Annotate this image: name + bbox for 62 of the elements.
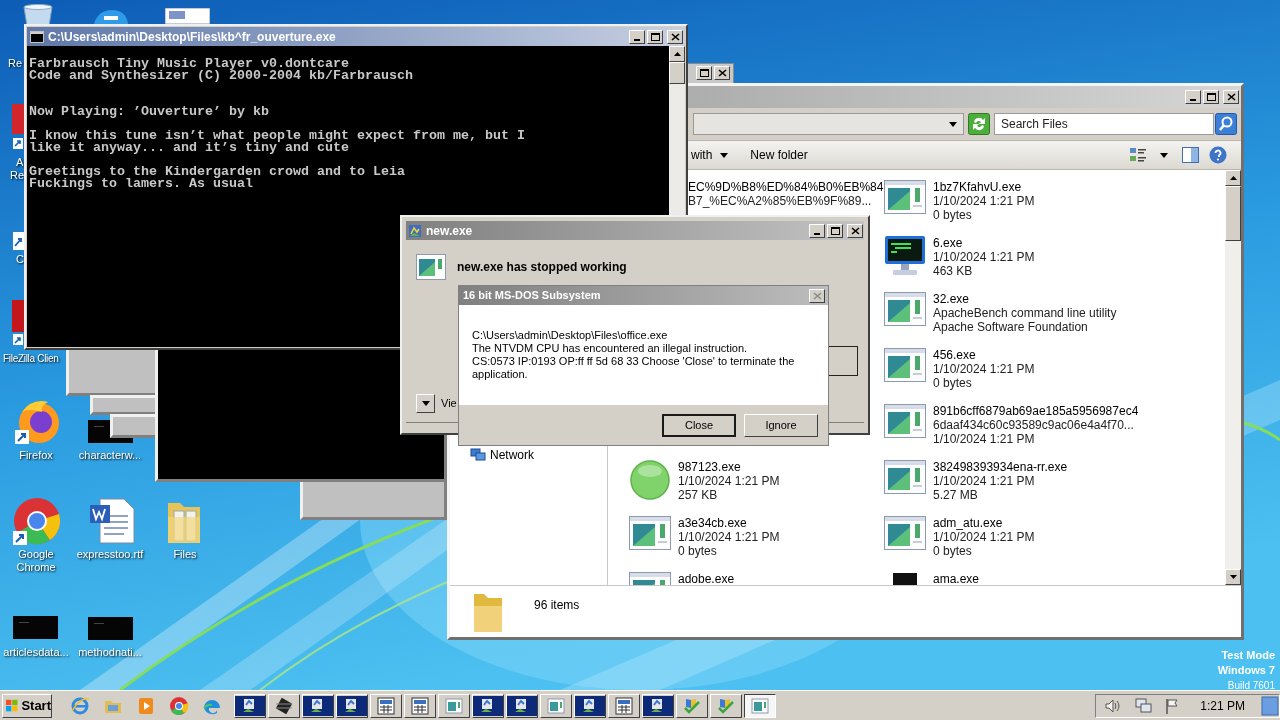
file-name[interactable]: 32.exe: [933, 292, 1117, 306]
icon-label[interactable]: A: [16, 156, 24, 169]
file-detail: 1/10/2024 1:21 PM: [678, 474, 780, 488]
search-field[interactable]: Search Files: [994, 113, 1214, 135]
console-line: Greetings to the Kindergarden crowd and to Leia: [29, 166, 405, 178]
notice-text: Build 7601: [1227, 679, 1275, 693]
file-name[interactable]: 6.exe: [933, 236, 1035, 250]
file-name[interactable]: 456.exe: [933, 348, 1035, 362]
notice-text: Test Mode: [1221, 648, 1275, 663]
file-detail: 5.27 MB: [933, 488, 979, 502]
file-detail: 257 KB: [678, 488, 719, 502]
nav-item[interactable]: Network: [470, 446, 536, 464]
file-name[interactable]: adobe.exe: [678, 572, 735, 585]
file-name[interactable]: a3e34cb.exe: [678, 516, 780, 530]
console-line: Fuckings to lamers. As usual: [29, 178, 253, 190]
file-detail: 1/10/2024 1:21 PM: [933, 474, 1036, 488]
file-name[interactable]: 987123.exe: [678, 460, 780, 474]
file-name[interactable]: ama.exe: [933, 572, 980, 585]
file-detail: B7_%EC%A2%85%EB%9F%89...: [688, 194, 873, 208]
file-detail: 1/10/2024 1:21 PM: [933, 250, 1035, 264]
dialog-text: C:\Users\admin\Desktop\Files\office.exe: [472, 329, 669, 342]
file-detail: 463 KB: [933, 264, 974, 278]
dialog-text: CS:0573 IP:0193 OP:ff ff 5d 68 33 Choose 'Close' to terminate the application.: [472, 355, 796, 381]
file-detail: 6daaf434c60c93589c9ac06e4a4f70...: [933, 418, 1135, 432]
console-line: Farbrausch Tiny Music Player v0.dontcare: [29, 58, 349, 70]
start-button[interactable]: Start: [2, 693, 52, 718]
file-detail: 1/10/2024 1:21 PM: [933, 194, 1035, 208]
file-detail: 1/10/2024 1:21 PM: [933, 530, 1035, 544]
icon-label[interactable]: Re: [10, 169, 25, 182]
file-name[interactable]: 382498393934ena-rr.exe: [933, 460, 1068, 474]
error-message: new.exe has stopped working: [457, 259, 627, 276]
dialog-title: 16 bit MS-DOS Subsystem: [463, 288, 602, 304]
file-name[interactable]: adm_atu.exe: [933, 516, 1035, 530]
file-detail: 1/10/2024 1:21 PM: [933, 362, 1035, 376]
clock[interactable]: 1:21 PM: [1200, 696, 1245, 715]
details-toggle[interactable]: Vie: [441, 395, 457, 412]
icon-label[interactable]: Re: [8, 57, 23, 70]
file-name[interactable]: EC%9D%B8%ED%84%B0%EB%84: [688, 180, 884, 194]
window-title: new.exe: [426, 222, 474, 240]
file-name[interactable]: 1bz7KfahvU.exe: [933, 180, 1035, 194]
dialog-button[interactable]: Close: [662, 413, 736, 437]
console-line: Code and Synthesizer (C) 2000-2004 kb/Farbrausch: [29, 70, 413, 82]
file-detail: 0 bytes: [933, 544, 973, 558]
file-detail: 0 bytes: [933, 376, 973, 390]
console-line: Now Playing: ’Ouverture’ by kb: [29, 106, 269, 118]
item-count: 96 items: [534, 597, 580, 614]
file-name[interactable]: 891b6cff6879ab69ae185a5956987ec4: [933, 404, 1139, 418]
file-detail: 1/10/2024 1:21 PM: [678, 530, 780, 544]
icon-label[interactable]: C: [16, 253, 24, 266]
file-detail: Apache Software Foundation: [933, 320, 1089, 334]
window-title: C:\Users\admin\Desktop\Files\kb^fr_ouverture.exe: [48, 28, 337, 46]
file-detail: 1/10/2024 1:21 PM: [933, 432, 1036, 446]
menu-button[interactable]: with: [688, 144, 732, 166]
console-line: like it anyway... and it’s tiny and cute: [29, 142, 349, 154]
dialog-button[interactable]: Ignore: [744, 413, 818, 437]
dialog-text: The NTVDM CPU has encountered an illegal instruction.: [472, 342, 749, 355]
file-detail: ApacheBench command line utility: [933, 306, 1117, 320]
new-folder-button[interactable]: New folder: [747, 144, 811, 166]
file-detail: 0 bytes: [933, 208, 973, 222]
console-line: I know this tune isn’t what people might expect from me, but I: [29, 130, 525, 142]
notice-text: Windows 7: [1217, 663, 1275, 678]
file-detail: 0 bytes: [678, 544, 718, 558]
